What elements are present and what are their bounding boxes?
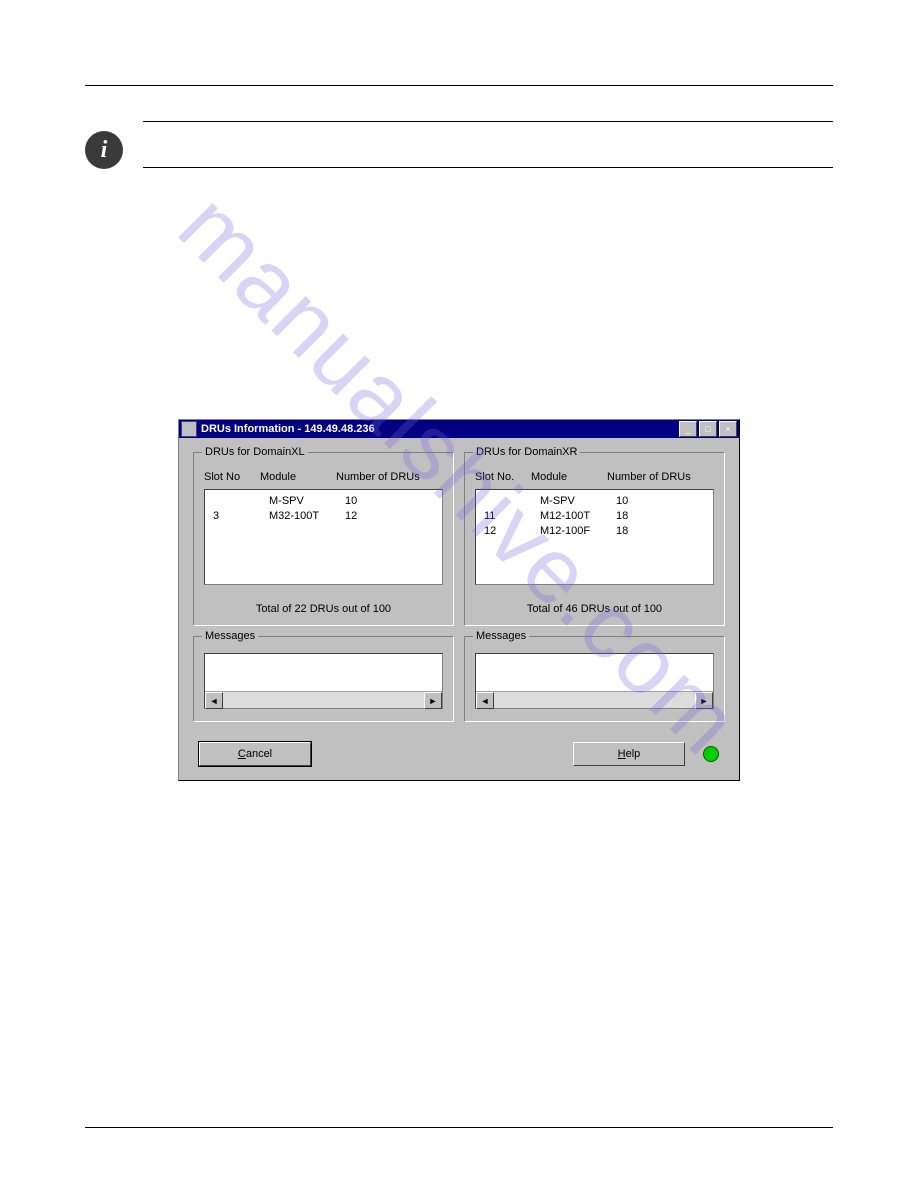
cancel-button[interactable]: Cancel xyxy=(199,742,311,766)
messages-box-left[interactable]: ◄ ► xyxy=(204,653,443,709)
window-title: DRUs Information - 149.49.48.236 xyxy=(201,423,679,435)
drus-information-dialog: DRUs Information - 149.49.48.236 _ □ × D… xyxy=(178,419,740,781)
drus-list-xl[interactable]: M-SPV 10 3 M32-100T 12 xyxy=(204,489,443,585)
list-row: M-SPV 10 xyxy=(213,494,434,509)
col-headers-xl: Slot No Module Number of DRUs xyxy=(204,471,443,483)
page-rule-bottom xyxy=(85,1127,833,1128)
header-module-xl: Module xyxy=(260,471,330,483)
messages-label-right: Messages xyxy=(473,630,529,642)
list-row: 11 M12-100T 18 xyxy=(484,509,705,524)
minimize-button[interactable]: _ xyxy=(679,421,697,437)
page-rule-top xyxy=(85,85,833,86)
close-button[interactable]: × xyxy=(719,421,737,437)
header-number-xr: Number of DRUs xyxy=(607,471,714,483)
total-text-xr: Total of 46 DRUs out of 100 xyxy=(475,603,714,615)
list-row: 12 M12-100F 18 xyxy=(484,524,705,539)
header-slot-xl: Slot No xyxy=(204,471,254,483)
drus-list-xr[interactable]: M-SPV 10 11 M12-100T 18 12 M12-100F xyxy=(475,489,714,585)
scroll-left-icon[interactable]: ◄ xyxy=(476,692,494,709)
help-button[interactable]: Help xyxy=(573,742,685,766)
scroll-right-icon[interactable]: ► xyxy=(424,692,442,709)
list-row: M-SPV 10 xyxy=(484,494,705,509)
status-led-icon xyxy=(703,746,719,762)
header-slot-xr: Slot No. xyxy=(475,471,525,483)
messages-group-right: Messages ◄ ► xyxy=(464,636,725,722)
system-menu-icon[interactable] xyxy=(181,421,197,437)
group-title-xl: DRUs for DomainXL xyxy=(202,446,308,458)
titlebar[interactable]: DRUs Information - 149.49.48.236 _ □ × xyxy=(179,420,739,438)
messages-box-right[interactable]: ◄ ► xyxy=(475,653,714,709)
maximize-button[interactable]: □ xyxy=(699,421,717,437)
header-module-xr: Module xyxy=(531,471,601,483)
group-title-xr: DRUs for DomainXR xyxy=(473,446,580,458)
header-number-xl: Number of DRUs xyxy=(336,471,443,483)
scroll-left-icon[interactable]: ◄ xyxy=(205,692,223,709)
col-headers-xr: Slot No. Module Number of DRUs xyxy=(475,471,714,483)
scrollbar-horizontal[interactable]: ◄ ► xyxy=(205,691,442,708)
scroll-right-icon[interactable]: ► xyxy=(695,692,713,709)
scrollbar-horizontal[interactable]: ◄ ► xyxy=(476,691,713,708)
drus-domainxl-group: DRUs for DomainXL Slot No Module Number … xyxy=(193,452,454,626)
info-lines xyxy=(143,121,833,168)
info-icon: i xyxy=(85,131,123,169)
messages-group-left: Messages ◄ ► xyxy=(193,636,454,722)
drus-domainxr-group: DRUs for DomainXR Slot No. Module Number… xyxy=(464,452,725,626)
total-text-xl: Total of 22 DRUs out of 100 xyxy=(204,603,443,615)
list-row: 3 M32-100T 12 xyxy=(213,509,434,524)
messages-label-left: Messages xyxy=(202,630,258,642)
